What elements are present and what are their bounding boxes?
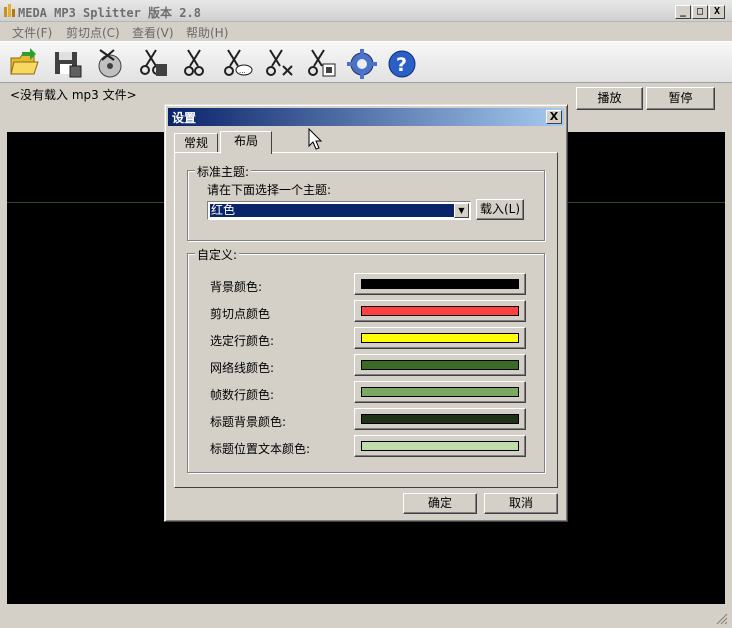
chevron-down-icon[interactable]: ▼ <box>454 203 469 218</box>
theme-group-title: 标准主题: <box>195 163 252 180</box>
cut-save-icon[interactable] <box>138 46 170 80</box>
color-swatch <box>361 279 519 289</box>
cut-comment-icon[interactable]: ... <box>222 46 254 80</box>
minimize-button[interactable]: _ <box>675 5 691 19</box>
svg-text:?: ? <box>396 54 407 76</box>
cut-export-icon[interactable] <box>306 46 338 80</box>
menu-view[interactable]: 查看(V) <box>132 24 174 41</box>
menu-bar: 文件(F) 剪切点(C) 查看(V) 帮助(H) <box>0 22 732 41</box>
cutpoint-color-label: 剪切点颜色 <box>210 307 271 321</box>
selected-line-color-button[interactable] <box>354 327 526 349</box>
toolbar: ... ? <box>0 41 732 83</box>
split-disc-icon[interactable] <box>94 46 126 80</box>
status-bar <box>0 604 732 628</box>
tab-layout[interactable]: 布局 <box>220 131 272 154</box>
frame-line-color-label: 帧数行颜色: <box>210 388 275 402</box>
menu-file[interactable]: 文件(F) <box>12 24 52 41</box>
title-position-text-color-label: 标题位置文本颜色: <box>210 442 311 456</box>
cutpoint-color-button[interactable] <box>354 300 526 322</box>
open-folder-icon[interactable] <box>8 46 40 80</box>
dialog-title-bar[interactable]: 设置 X <box>168 108 564 126</box>
left-strip <box>0 84 6 604</box>
grid-line-color-button[interactable] <box>354 354 526 376</box>
custom-group-title: 自定义: <box>195 246 240 263</box>
window-title: MEDA MP3 Splitter 版本 2.8 <box>18 6 201 20</box>
pause-button[interactable]: 暂停 <box>646 87 715 110</box>
save-icon[interactable] <box>52 46 84 80</box>
close-button[interactable]: X <box>709 5 725 19</box>
ok-button[interactable]: 确定 <box>403 493 477 514</box>
load-theme-button[interactable]: 载入(L) <box>476 199 524 220</box>
dialog-title: 设置 <box>172 111 197 125</box>
title-background-color-button[interactable] <box>354 408 526 430</box>
title-position-text-color-button[interactable] <box>354 435 526 457</box>
settings-gear-icon[interactable] <box>346 46 378 80</box>
grid-line-color-label: 网络线颜色: <box>210 361 275 375</box>
file-status-label: <没有载入 mp3 文件> <box>10 88 137 102</box>
background-color-label: 背景颜色: <box>210 280 263 294</box>
menu-cutpoint[interactable]: 剪切点(C) <box>66 24 120 41</box>
color-swatch <box>361 360 519 370</box>
scissors-icon[interactable] <box>178 46 210 80</box>
resize-grip-icon[interactable] <box>716 613 728 625</box>
color-swatch <box>361 306 519 316</box>
title-background-color-label: 标题背景颜色: <box>210 415 287 429</box>
cancel-button[interactable]: 取消 <box>484 493 558 514</box>
selected-line-color-label: 选定行颜色: <box>210 334 275 348</box>
color-swatch <box>361 333 519 343</box>
title-bar[interactable]: MEDA MP3 Splitter 版本 2.8 _ □ X <box>0 0 732 22</box>
color-swatch <box>361 414 519 424</box>
background-color-button[interactable] <box>354 273 526 295</box>
color-swatch <box>361 387 519 397</box>
cut-delete-icon[interactable] <box>264 46 296 80</box>
maximize-button[interactable]: □ <box>692 5 708 19</box>
play-button[interactable]: 播放 <box>576 87 643 110</box>
color-swatch <box>361 441 519 451</box>
theme-prompt: 请在下面选择一个主题: <box>207 183 332 197</box>
help-icon[interactable]: ? <box>386 46 418 80</box>
tab-general[interactable]: 常规 <box>174 133 218 153</box>
theme-select[interactable]: 红色 ▼ <box>207 201 471 220</box>
mouse-cursor-icon <box>308 128 323 150</box>
menu-help[interactable]: 帮助(H) <box>186 24 228 41</box>
theme-selected-value: 红色 <box>210 204 454 217</box>
svg-text:...: ... <box>239 67 246 75</box>
settings-dialog: 设置 X 常规 布局 标准主题: 请在下面选择一个主题: 红色 ▼ 载入(L) … <box>164 104 568 522</box>
dialog-close-button[interactable]: X <box>546 110 562 124</box>
app-logo-icon <box>4 4 15 17</box>
frame-line-color-button[interactable] <box>354 381 526 403</box>
